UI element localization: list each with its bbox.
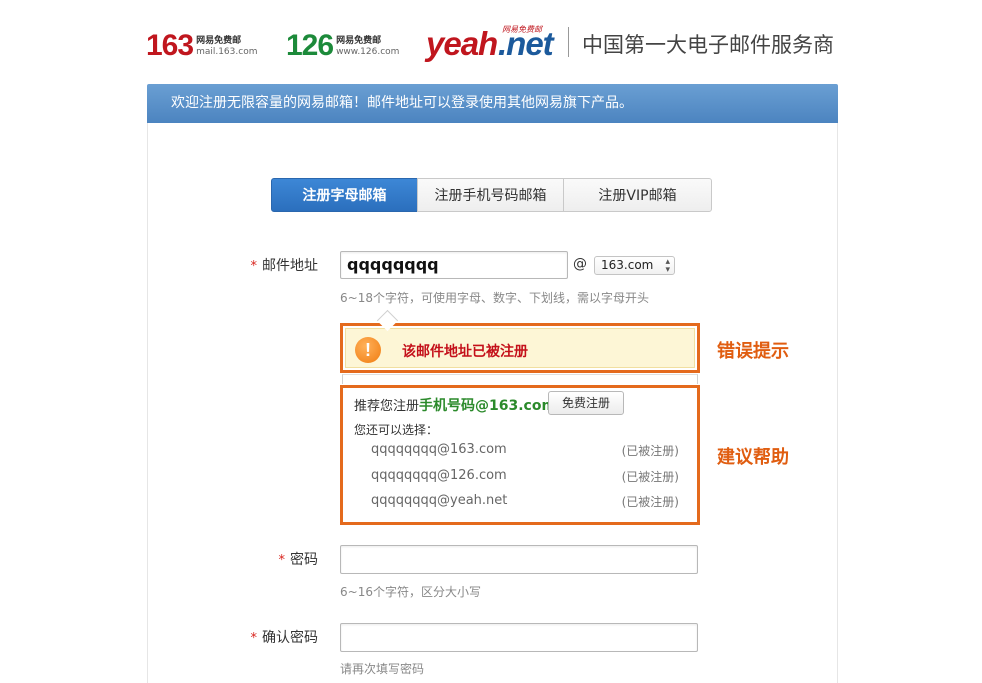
suggestion-mobile-link[interactable]: 手机号码@163.com: [419, 398, 556, 414]
suggestion-option: qqqqqqqq@yeah.net (已被注册): [371, 493, 691, 509]
password-label: * 密码: [200, 549, 319, 569]
suggestion-option-address: qqqqqqqq@126.com: [371, 468, 507, 483]
suggestion-box: 推荐您注册手机号码@163.com 免费注册 您还可以选择： qqqqqqqq@…: [340, 385, 700, 525]
tooltip-frame: [342, 374, 698, 384]
at-sign: @: [573, 256, 587, 272]
tab-letter-email[interactable]: 注册字母邮箱: [271, 178, 418, 212]
suggestion-recommend: 推荐您注册手机号码@163.com: [354, 395, 556, 415]
suggestion-option-address: qqqqqqqq@yeah.net: [371, 493, 508, 508]
annotation-help-note: 建议帮助: [717, 447, 789, 468]
logo-163[interactable]: 163 网易免费邮 mail.163.com: [146, 27, 257, 61]
error-message-bg: ! 该邮件地址已被注册: [345, 328, 695, 368]
logo-126-url: www.126.com: [336, 47, 400, 57]
email-input-value: qqqqqqqq: [347, 255, 439, 274]
logo-126-number: 126: [286, 29, 334, 62]
logo-126-sub: 网易免费邮 www.126.com: [336, 36, 399, 58]
logo-163-cn: 网易免费邮: [196, 36, 242, 46]
tab-vip-email[interactable]: 注册VIP邮箱: [563, 178, 712, 212]
confirm-label-text: 确认密码: [262, 630, 318, 646]
logo-163-number: 163: [146, 29, 194, 62]
confirm-password-input[interactable]: [340, 623, 698, 652]
suggestion-option: qqqqqqqq@126.com (已被注册): [371, 468, 691, 484]
chevron-updown-icon: ▴ ▾: [665, 257, 670, 275]
logo-yeah-tld: .net: [498, 25, 554, 62]
email-label: * 邮件地址: [200, 255, 319, 275]
password-input[interactable]: [340, 545, 698, 574]
error-message-text: 该邮件地址已被注册: [402, 344, 528, 360]
welcome-banner: 欢迎注册无限容量的网易邮箱！邮件地址可以登录使用其他网易旗下产品。: [147, 84, 838, 123]
header-divider: [568, 27, 569, 57]
email-label-text: 邮件地址: [262, 258, 318, 274]
confirm-password-label: * 确认密码: [200, 627, 319, 647]
logo-163-url: mail.163.com: [196, 47, 258, 57]
suggestion-option-address: qqqqqqqq@163.com: [371, 442, 507, 457]
confirm-password-hint: 请再次填写密码: [340, 662, 425, 676]
password-hint: 6~16个字符，区分大小写: [340, 585, 481, 599]
logo-yeah-brand: yeah: [426, 25, 498, 62]
error-message-box: ! 该邮件地址已被注册: [340, 323, 700, 373]
logo-163-sub: 网易免费邮 mail.163.com: [196, 36, 257, 58]
email-input[interactable]: qqqqqqqq: [340, 251, 568, 279]
email-required-mark: *: [250, 259, 258, 274]
password-required-mark: *: [278, 553, 286, 568]
warning-icon: !: [355, 337, 381, 363]
suggestion-option-status: (已被注册): [621, 495, 679, 509]
email-hint: 6~18个字符，可使用字母、数字、下划线，需以字母开头: [340, 291, 649, 305]
domain-select[interactable]: 163.com ▴ ▾: [594, 256, 675, 275]
suggestion-option-status: (已被注册): [621, 470, 679, 484]
free-register-button[interactable]: 免费注册: [548, 391, 624, 415]
suggestion-option: qqqqqqqq@163.com (已被注册): [371, 442, 691, 458]
register-tabs: 注册字母邮箱 注册手机号码邮箱 注册VIP邮箱: [271, 178, 712, 212]
suggestion-option-status: (已被注册): [621, 444, 679, 458]
tab-mobile-email[interactable]: 注册手机号码邮箱: [417, 178, 564, 212]
suggestion-prefix: 推荐您注册: [354, 399, 420, 414]
suggestion-also-label: 您还可以选择：: [354, 423, 439, 437]
logo-126-cn: 网易免费邮: [336, 36, 382, 46]
password-label-text: 密码: [290, 552, 318, 568]
logo-126[interactable]: 126 网易免费邮 www.126.com: [286, 27, 399, 61]
header-slogan: 中国第一大电子邮件服务商: [582, 33, 834, 57]
confirm-required-mark: *: [250, 631, 258, 646]
domain-select-value: 163.com: [601, 258, 654, 272]
annotation-error-note: 错误提示: [717, 341, 789, 362]
